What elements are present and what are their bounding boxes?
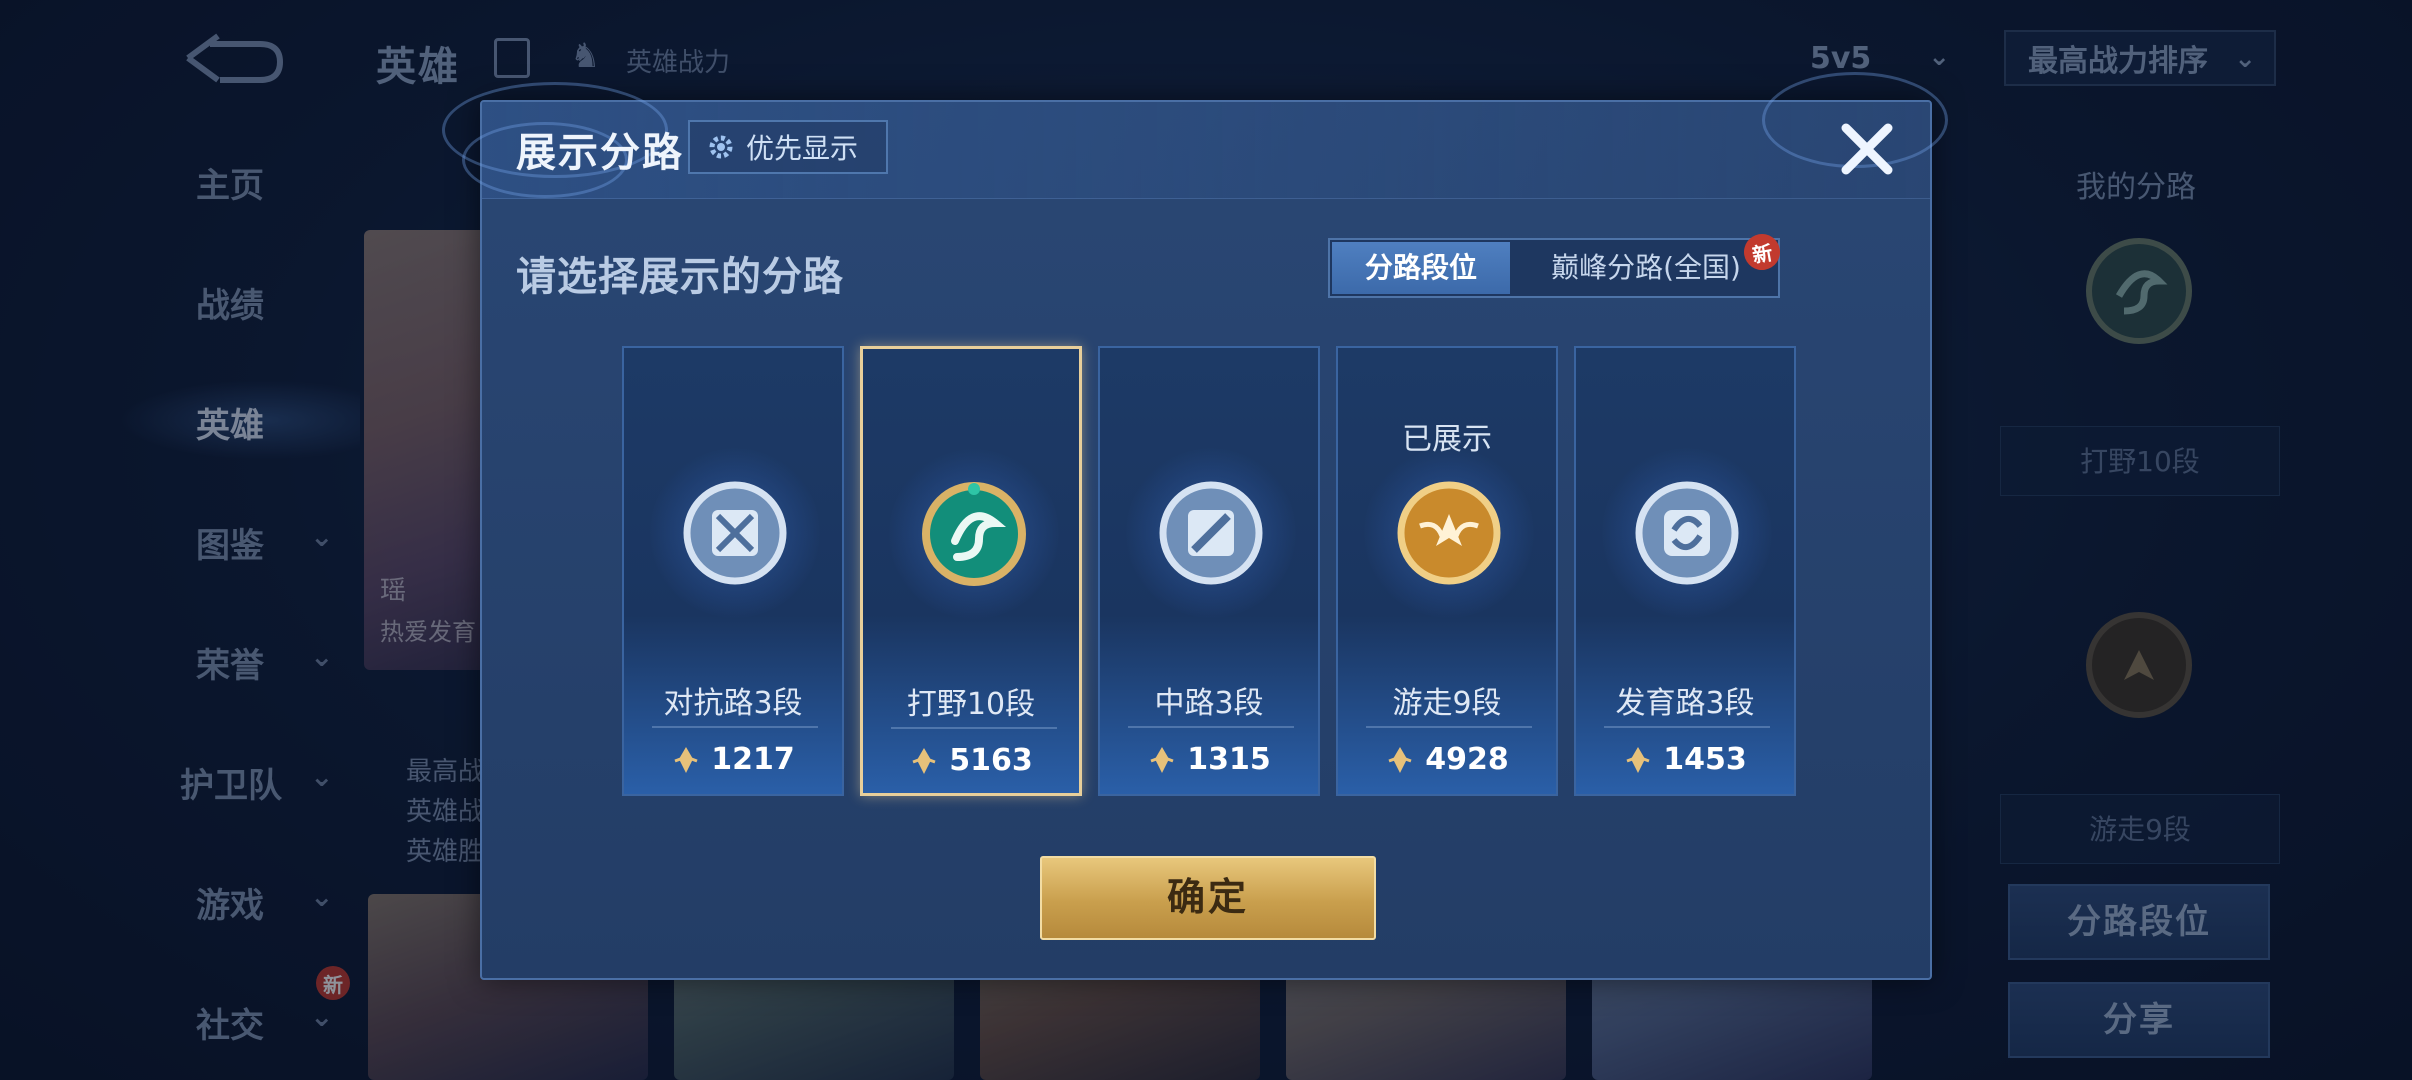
priority-display-button[interactable]: 优先显示	[688, 120, 888, 174]
route-score-value: 1315	[1187, 742, 1271, 777]
route-score-value: 5163	[949, 743, 1033, 778]
route-name: 打野10段	[906, 687, 1036, 722]
divider	[652, 726, 818, 728]
power-icon	[1626, 746, 1650, 773]
route-name: 游走9段	[1392, 686, 1502, 721]
tab-peak-route[interactable]: 巅峰分路(全国)	[1514, 240, 1778, 296]
mid-lane-emblem-icon	[1159, 481, 1263, 585]
route-name: 对抗路3段	[663, 686, 803, 721]
power-icon	[1388, 746, 1412, 773]
route-score: 1453	[1576, 742, 1794, 777]
power-icon	[1150, 746, 1174, 773]
jungle-dragon-emblem-icon	[922, 482, 1026, 586]
power-icon	[912, 747, 936, 774]
route-mode-toggle: 分路段位 巅峰分路(全国) 新	[1328, 231, 1783, 298]
route-card-mid[interactable]: 中路3段 1315	[1098, 346, 1320, 796]
divider	[1366, 726, 1532, 728]
divider	[891, 727, 1057, 729]
route-card-farm[interactable]: 发育路3段 1453	[1574, 346, 1796, 796]
route-card-jungle[interactable]: 打野10段 5163	[860, 346, 1082, 796]
divider	[1604, 726, 1770, 728]
display-route-dialog: 展示分路 优先显示 请选择展示的分路 分路段位 巅峰分路(全国) 新 对抗路3段	[442, 72, 1948, 980]
roam-wings-emblem-icon	[1397, 481, 1501, 585]
power-icon	[674, 746, 698, 773]
route-card-roam[interactable]: 已展示 游走9段 4928	[1336, 346, 1558, 796]
divider	[1128, 726, 1294, 728]
select-route-prompt: 请选择展示的分路	[516, 254, 844, 300]
confirm-button[interactable]: 确定	[1040, 856, 1376, 940]
route-score: 4928	[1338, 742, 1556, 777]
dialog-title: 展示分路	[516, 130, 684, 176]
close-icon[interactable]	[1834, 116, 1900, 182]
route-card-clash[interactable]: 对抗路3段 1217	[622, 346, 844, 796]
priority-display-label: 优先显示	[746, 132, 859, 165]
route-score-value: 1453	[1663, 742, 1747, 777]
route-score: 1315	[1100, 742, 1318, 777]
route-score: 1217	[624, 742, 842, 777]
tab-route-rank[interactable]: 分路段位	[1332, 242, 1510, 294]
clash-lane-emblem-icon	[683, 481, 787, 585]
farm-lane-emblem-icon	[1635, 481, 1739, 585]
route-score: 5163	[863, 743, 1079, 778]
route-score-value: 4928	[1425, 742, 1509, 777]
route-name: 中路3段	[1154, 686, 1264, 721]
route-name: 发育路3段	[1615, 686, 1755, 721]
gear-icon	[709, 135, 733, 159]
route-score-value: 1217	[711, 742, 795, 777]
